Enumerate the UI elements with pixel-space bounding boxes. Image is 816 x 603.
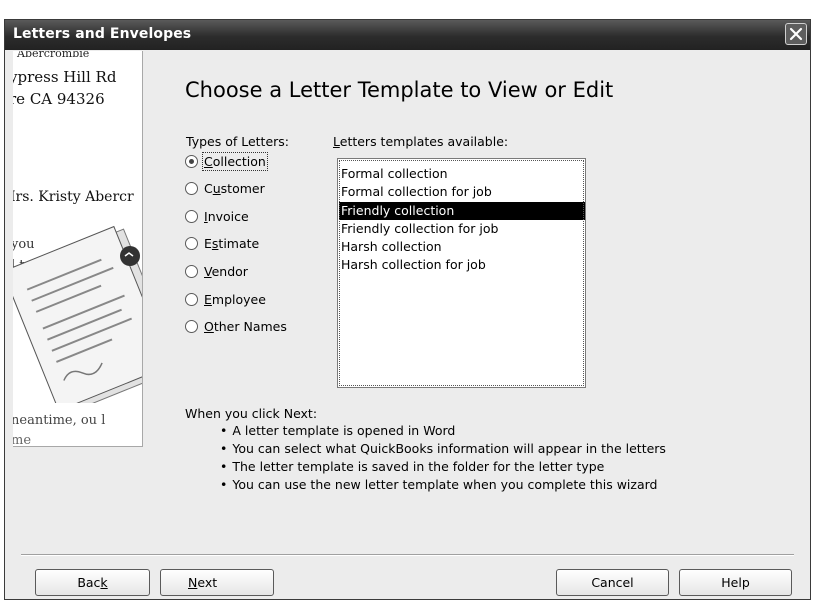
- radio-label-collection: Collection: [202, 151, 268, 171]
- illus-line-1: Abercrombie: [16, 51, 89, 60]
- label-post: nvoice: [207, 208, 249, 224]
- template-item[interactable]: Friendly collection for job: [339, 220, 585, 238]
- window-title: Letters and Envelopes: [13, 26, 192, 42]
- radio-label-employee: Employee: [204, 292, 266, 307]
- illus-line-9: me: [13, 433, 31, 446]
- back-label-pre: Bac: [77, 575, 101, 590]
- radio-other-names[interactable]: Other Names: [185, 318, 287, 336]
- radio-unchecked-icon: [185, 237, 198, 251]
- radio-unchecked-icon: [185, 320, 198, 334]
- label-post: stomer: [220, 181, 265, 197]
- info-intro: When you click Next:: [185, 406, 318, 421]
- cancel-button[interactable]: Cancel: [556, 569, 669, 596]
- button-divider: [21, 554, 794, 556]
- radio-label-estimate: Estimate: [204, 236, 259, 251]
- info-bullets: A letter template is opened in Word You …: [220, 422, 666, 494]
- illus-line-5: you: [13, 237, 35, 252]
- radio-unchecked-icon: [185, 292, 198, 306]
- illus-line-2: ypress Hill Rd: [13, 68, 117, 86]
- radio-checked-icon: [185, 154, 198, 168]
- close-icon: [789, 27, 803, 41]
- label-post: mployee: [211, 291, 266, 307]
- radio-customer[interactable]: Customer: [185, 180, 265, 198]
- radio-vendor[interactable]: Vendor: [185, 262, 248, 280]
- types-of-letters-label: Types of Letters:: [186, 134, 290, 149]
- info-bullet: A letter template is opened in Word: [220, 422, 666, 440]
- label-key: u: [212, 181, 221, 197]
- label-key: C: [204, 153, 213, 169]
- template-item[interactable]: Formal collection for job: [339, 183, 585, 201]
- radio-invoice[interactable]: Invoice: [185, 207, 249, 225]
- template-item[interactable]: Harsh collection: [339, 238, 585, 256]
- label-key: V: [204, 263, 212, 279]
- radio-unchecked-icon: [185, 182, 198, 196]
- back-label-key: k: [100, 575, 108, 590]
- radio-employee[interactable]: Employee: [185, 290, 266, 308]
- info-bullet: The letter template is saved in the fold…: [220, 458, 666, 476]
- template-item[interactable]: Harsh collection for job: [339, 256, 585, 274]
- templates-label-rest: etters templates available:: [339, 134, 509, 149]
- radio-label-invoice: Invoice: [204, 209, 249, 224]
- label-post: timate: [218, 236, 260, 252]
- label-post: endor: [211, 263, 248, 279]
- radio-label-customer: Customer: [204, 181, 265, 196]
- label-post: ther Names: [213, 319, 287, 335]
- letters-envelopes-dialog: Letters and Envelopes Abercrombie ypress…: [4, 19, 811, 600]
- radio-unchecked-icon: [185, 209, 198, 223]
- next-button[interactable]: Next: [160, 569, 274, 596]
- illus-line-8: neantime, ou l: [13, 413, 105, 428]
- radio-collection[interactable]: Collection: [185, 151, 268, 171]
- illus-line-4: Irs. Kristy Abercr: [13, 189, 134, 205]
- close-button[interactable]: [785, 23, 807, 45]
- back-button[interactable]: Bac k: [35, 569, 150, 596]
- radio-label-vendor: Vendor: [204, 264, 248, 279]
- radio-label-other-names: Other Names: [204, 319, 287, 334]
- letter-illustration-art: Abercrombie ypress Hill Rd re CA 94326 I…: [13, 51, 142, 446]
- radio-unchecked-icon: [185, 264, 198, 278]
- page-heading: Choose a Letter Template to View or Edit: [185, 78, 614, 102]
- label-pre: E: [204, 236, 212, 252]
- label-key: O: [204, 319, 214, 335]
- info-bullet: You can select what QuickBooks informati…: [220, 440, 666, 458]
- illus-line-3: re CA 94326: [13, 90, 105, 108]
- title-bar[interactable]: Letters and Envelopes: [5, 20, 810, 50]
- letter-illustration: Abercrombie ypress Hill Rd re CA 94326 I…: [13, 51, 143, 447]
- info-bullet: You can use the new letter template when…: [220, 476, 666, 494]
- templates-label-key: L: [333, 134, 340, 149]
- help-button[interactable]: Help: [679, 569, 792, 596]
- templates-available-label: Letters templates available:: [333, 134, 508, 149]
- template-item[interactable]: Formal collection: [339, 165, 585, 183]
- templates-listbox[interactable]: Formal collection Formal collection for …: [337, 158, 586, 388]
- template-item-selected[interactable]: Friendly collection: [339, 201, 585, 220]
- label-post: ollection: [212, 153, 266, 169]
- radio-estimate[interactable]: Estimate: [185, 235, 259, 253]
- next-label-post: ext: [197, 575, 218, 590]
- label-key: E: [204, 291, 212, 307]
- label-pre: C: [204, 181, 213, 197]
- next-label-key: N: [188, 575, 198, 590]
